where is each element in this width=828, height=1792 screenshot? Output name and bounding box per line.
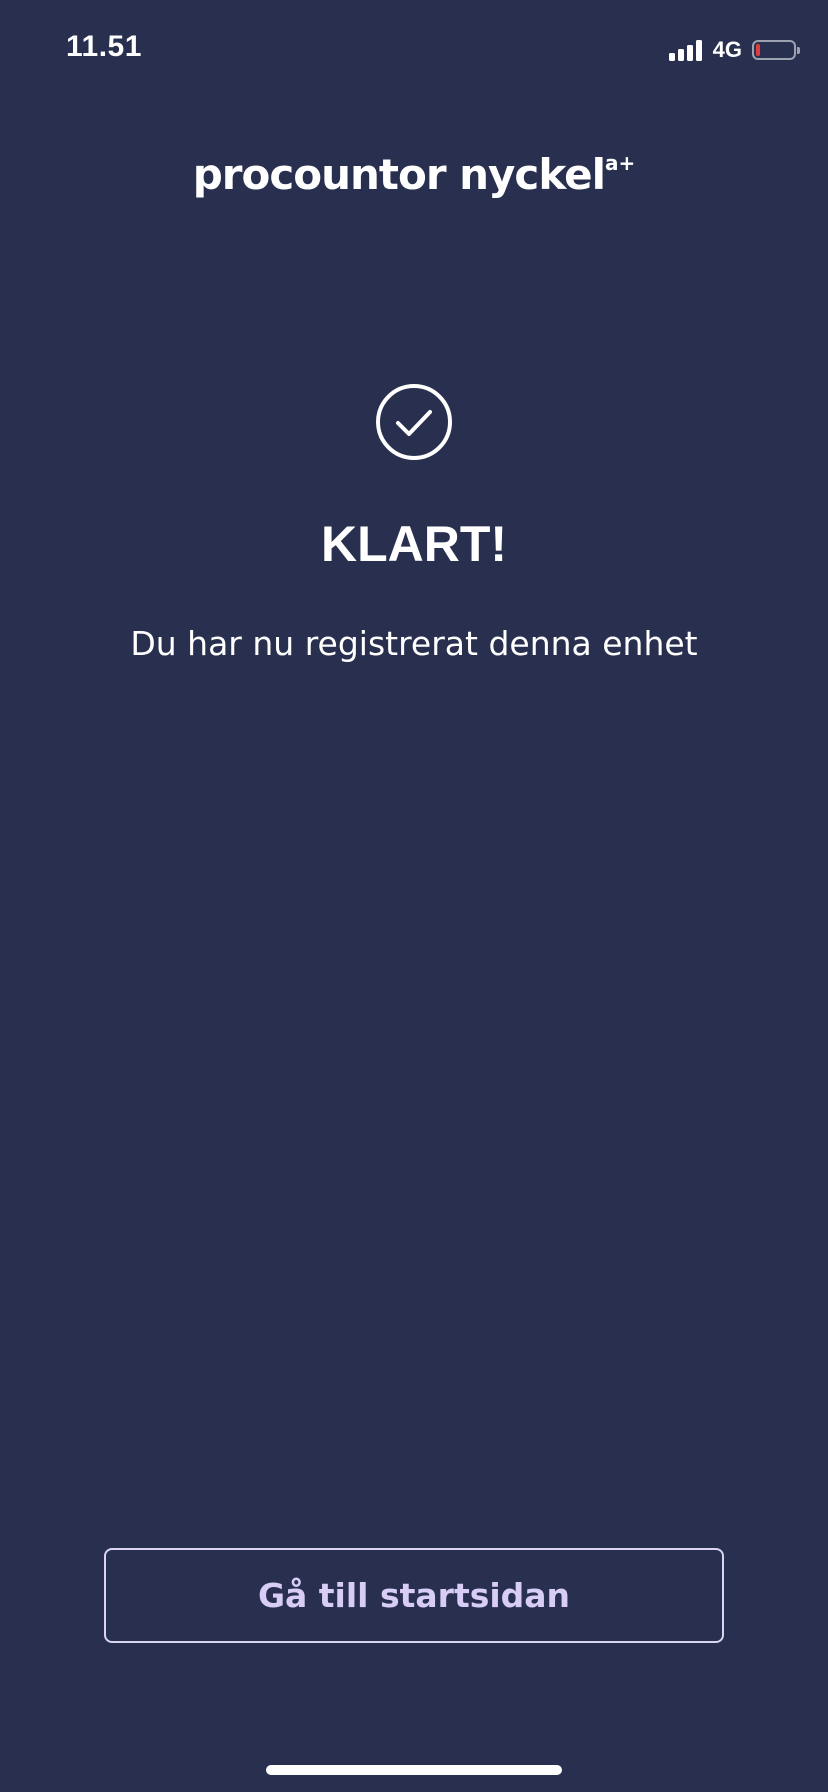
signal-icon — [668, 39, 705, 61]
status-time: 11.51 — [66, 30, 142, 63]
logo-text: procountor nyckel — [192, 150, 606, 199]
network-type: 4G — [712, 37, 742, 62]
check-circle-icon — [376, 384, 452, 460]
home-indicator[interactable] — [266, 1765, 562, 1775]
confirmation-title: KLART! — [320, 516, 508, 572]
battery-low-icon — [752, 40, 800, 60]
status-indicators: 4G — [668, 36, 800, 64]
confirmation-message: Du har nu registrerat denna enhet — [130, 624, 698, 663]
logo-superscript: a+ — [605, 151, 636, 175]
go-to-home-button[interactable]: Gå till startsidan — [104, 1548, 724, 1643]
status-bar: 11.51 4G — [0, 0, 828, 100]
app-logo: procountor nyckela+ — [0, 150, 828, 199]
